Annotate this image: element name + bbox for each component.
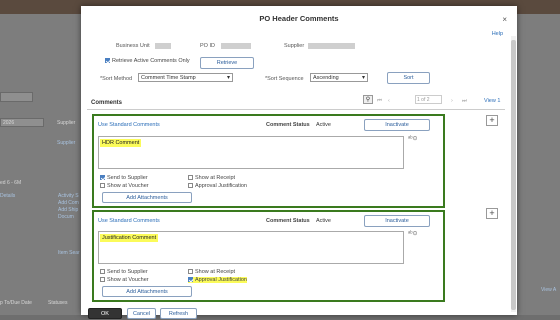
grid-prev-icon[interactable]: ‹ (388, 98, 390, 104)
inactivate-button[interactable]: Inactivate (364, 215, 430, 227)
background-view-all: View A (541, 287, 557, 293)
grid-next-icon[interactable]: › (451, 98, 453, 104)
show-at-voucher-row[interactable]: Show at Voucher (100, 183, 149, 189)
background-docum-link: Docum (58, 214, 74, 220)
background-add-com-link: Add Com (58, 200, 79, 206)
background-date-field: 2026 (0, 118, 44, 127)
background-supplier-link: Supplier (57, 140, 76, 146)
sort-method-select[interactable]: Comment Time Stamp (138, 73, 233, 82)
sort-method-label: *Sort Method (100, 76, 133, 82)
approval-justification-label: Approval Justification (195, 277, 247, 283)
background-item-search-link: Item Sear (58, 250, 80, 256)
comment-status-value: Active (316, 122, 331, 128)
show-at-voucher-checkbox[interactable] (100, 183, 105, 189)
grid-view-all-link[interactable]: View 1 (484, 98, 500, 104)
po-header-comments-modal: PO Header Comments × Help Business Unit … (81, 6, 517, 319)
approval-justification-checkbox[interactable] (188, 183, 193, 189)
background-time-text: ed 6 - 6M (0, 180, 22, 186)
sort-button[interactable]: Sort (387, 72, 430, 84)
modal-scrollbar-thumb[interactable] (511, 40, 516, 310)
comment-status-value: Active (316, 218, 331, 224)
retrieve-active-checkbox[interactable] (105, 58, 110, 64)
grid-search-icon[interactable]: ⚲ (363, 95, 373, 104)
show-at-receipt-checkbox[interactable] (188, 269, 193, 275)
inactivate-button[interactable]: Inactivate (364, 119, 430, 131)
background-details-link: Details (0, 193, 16, 199)
use-standard-comments-link[interactable]: Use Standard Comments (98, 218, 160, 224)
send-to-supplier-row[interactable]: Send to Supplier (100, 269, 148, 275)
add-attachments-button[interactable]: Add Attachments (102, 286, 192, 297)
grid-first-icon[interactable]: ⏮ (377, 98, 382, 105)
comment-status-label: Comment Status (266, 122, 310, 128)
refresh-button[interactable]: Refresh (160, 308, 197, 319)
approval-justification-row[interactable]: Approval Justification (188, 183, 247, 189)
cancel-button[interactable]: Cancel (127, 308, 156, 319)
background-due-date: p To/Due Date (0, 300, 32, 306)
show-at-voucher-label: Show at Voucher (107, 277, 149, 283)
show-at-receipt-row[interactable]: Show at Receipt (188, 269, 235, 275)
business-unit-label: Business Unit (116, 43, 150, 49)
sort-sequence-select[interactable]: Ascending (310, 73, 368, 82)
add-row-icon-2[interactable]: + (486, 208, 498, 219)
grid-page-select[interactable]: 1 of 2 (415, 95, 442, 104)
help-link[interactable]: Help (492, 31, 503, 37)
background-supplier-label: Supplier (57, 120, 76, 126)
business-unit-value (155, 43, 171, 49)
modal-title: PO Header Comments (259, 14, 339, 23)
comment-card-2: Use Standard Comments Comment Status Act… (92, 210, 445, 302)
comment-text: Justification Comment (100, 234, 159, 242)
po-id-label: PO ID (200, 43, 215, 49)
approval-justification-label: Approval Justification (195, 183, 247, 189)
show-at-receipt-checkbox[interactable] (188, 175, 193, 181)
approval-justification-row[interactable]: Approval Justification (188, 277, 247, 283)
send-to-supplier-checkbox[interactable] (100, 269, 105, 275)
approval-justification-checkbox[interactable] (188, 277, 193, 283)
comments-title: Comments (91, 100, 123, 106)
comment-textarea[interactable]: HDR Comment (98, 136, 404, 169)
spell-check-icon[interactable]: ᵃᵇ⊙ (408, 230, 418, 237)
po-id-value (221, 43, 251, 49)
send-to-supplier-checkbox[interactable] (100, 175, 105, 181)
send-to-supplier-label: Send to Supplier (107, 269, 148, 275)
retrieve-button[interactable]: Retrieve (200, 57, 254, 69)
use-standard-comments-link[interactable]: Use Standard Comments (98, 122, 160, 128)
sort-sequence-label: *Sort Sequence (265, 76, 304, 82)
show-at-voucher-row[interactable]: Show at Voucher (100, 277, 149, 283)
show-at-receipt-label: Show at Receipt (195, 269, 236, 275)
send-to-supplier-row[interactable]: Send to Supplier (100, 175, 148, 181)
background-statuses: Statuses (48, 300, 68, 306)
comment-card-1: Use Standard Comments Comment Status Act… (92, 114, 445, 208)
comment-text: HDR Comment (100, 139, 142, 147)
show-at-voucher-checkbox[interactable] (100, 277, 105, 283)
grid-last-icon[interactable]: ⏭ (462, 98, 467, 105)
add-attachments-button[interactable]: Add Attachments (102, 192, 192, 203)
comments-grid-header: Comments (87, 95, 505, 110)
spell-check-icon[interactable]: ᵃᵇ⊙ (408, 135, 418, 142)
send-to-supplier-label: Send to Supplier (107, 175, 148, 181)
background-add-ship-link: Add Ship (58, 207, 79, 213)
supplier-value (308, 43, 355, 49)
comment-textarea[interactable]: Justification Comment (98, 231, 404, 264)
retrieve-active-label: Retrieve Active Comments Only (112, 58, 190, 64)
add-row-icon-1[interactable]: + (486, 115, 498, 126)
show-at-receipt-label: Show at Receipt (195, 175, 236, 181)
background-dropdown (0, 92, 33, 102)
supplier-label: Supplier (284, 43, 305, 49)
ok-button[interactable]: OK (88, 308, 122, 319)
comment-status-label: Comment Status (266, 218, 310, 224)
show-at-receipt-row[interactable]: Show at Receipt (188, 175, 235, 181)
close-icon[interactable]: × (502, 15, 507, 24)
background-activity-link: Activity S (58, 193, 79, 199)
retrieve-active-checkbox-row[interactable]: Retrieve Active Comments Only (105, 58, 190, 64)
show-at-voucher-label: Show at Voucher (107, 183, 149, 189)
